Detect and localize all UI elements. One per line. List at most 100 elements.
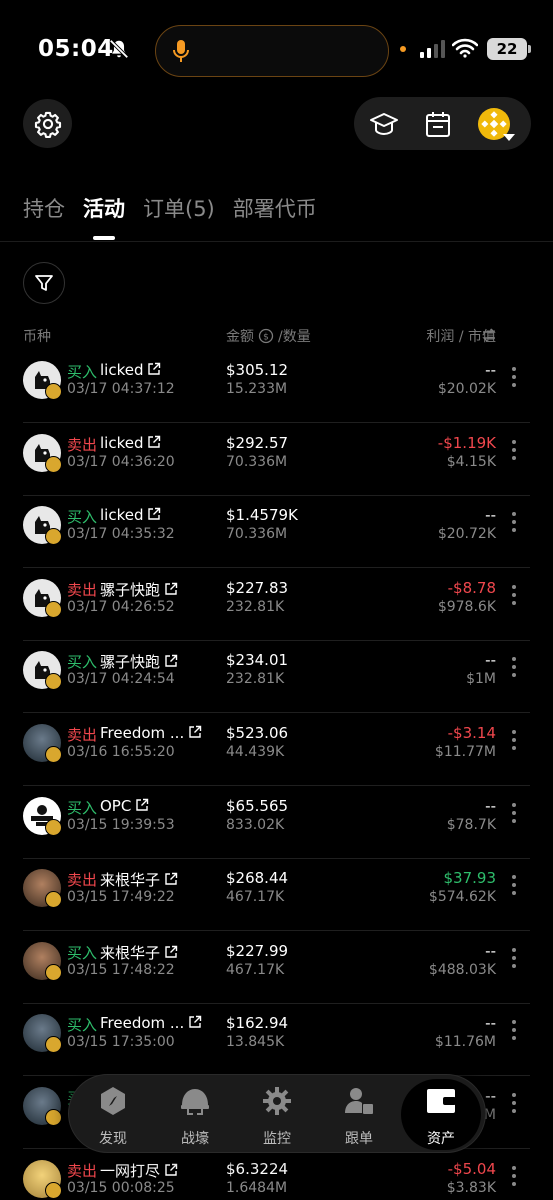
tab-holdings[interactable]: 持仓: [23, 193, 65, 233]
coin-name-link[interactable]: 来根华子: [100, 869, 178, 890]
more-options-icon[interactable]: [510, 657, 518, 683]
trade-datetime: 03/15 17:48:22: [67, 961, 175, 978]
activity-row[interactable]: 卖出 来根华子 03/15 17:49:22 $268.44 467.17K $37.93…: [0, 859, 553, 932]
activity-row[interactable]: 卖出 骡子快跑 03/17 04:26:52 $227.83 232.81K -$8.78…: [0, 569, 553, 641]
coin-name-link[interactable]: OPC: [100, 797, 149, 815]
nav-monitor[interactable]: 监控: [237, 1075, 317, 1154]
chain-switch-avatar[interactable]: [478, 108, 515, 141]
trade-quantity: 467.17K: [226, 889, 285, 906]
activity-row[interactable]: 买入 OPC 03/15 19:39:53 $65.565 833.02K -- $78.7…: [0, 787, 553, 859]
nav-trenches[interactable]: 战壕: [155, 1075, 235, 1154]
trade-profit: --: [485, 941, 496, 960]
trade-side-label: 卖出: [67, 435, 98, 454]
activity-row[interactable]: 卖出 一网打尽 03/15 00:08:25 $6.3224 1.6484M -$5.04…: [0, 1150, 553, 1200]
more-options-icon[interactable]: [510, 947, 518, 974]
chain-badge-icon: [45, 891, 62, 909]
coin-name-link[interactable]: Freedom ...: [100, 1014, 202, 1032]
trade-datetime: 03/17 04:24:54: [67, 671, 175, 688]
external-link-icon[interactable]: [164, 582, 178, 596]
trade-side-label: 卖出: [67, 1161, 98, 1180]
trade-profit: --: [485, 361, 496, 379]
tab-orders[interactable]: 订单(5): [143, 193, 215, 233]
external-link-icon[interactable]: [188, 1015, 202, 1029]
column-header-amount: 金额 $ /数量: [226, 326, 311, 346]
trade-market-cap: $978.6K: [437, 598, 496, 615]
trade-quantity: 70.336M: [226, 526, 288, 543]
external-link-icon[interactable]: [164, 654, 178, 668]
activity-row[interactable]: 买入 licked 03/17 04:35:32 $1.4579K 70.336M -- $…: [0, 496, 553, 569]
trade-profit: -$1.19K: [437, 433, 496, 452]
more-options-icon[interactable]: [510, 730, 518, 756]
tab-activity[interactable]: 活动: [83, 193, 125, 240]
trade-amount: $1.4579K: [226, 506, 298, 525]
coin-name-link[interactable]: licked: [100, 361, 161, 379]
trade-market-cap: $3.83K: [446, 1179, 496, 1196]
activity-row[interactable]: 卖出 licked 03/17 04:36:20 $292.57 70.336M -$1.…: [0, 424, 553, 496]
trade-quantity: 467.17K: [226, 961, 285, 978]
chain-badge-icon: [45, 1181, 62, 1199]
trade-amount: $268.44: [226, 869, 289, 888]
coin-name-link[interactable]: 骡子快跑: [100, 579, 178, 600]
coin-name-link[interactable]: licked: [100, 434, 161, 452]
activity-row[interactable]: 买入 来根华子 03/15 17:48:22 $227.99 467.17K -- $488…: [0, 932, 553, 1004]
more-options-icon[interactable]: [510, 875, 518, 901]
coin-avatar: [23, 578, 62, 618]
coin-name-link[interactable]: 一网打尽: [100, 1160, 178, 1181]
more-options-icon[interactable]: [510, 512, 518, 538]
trade-datetime: 03/17 04:26:52: [67, 598, 175, 615]
copy-trade-icon: [345, 1088, 373, 1114]
external-link-icon[interactable]: [135, 798, 149, 812]
activity-row[interactable]: 卖出 Freedom ... 03/16 16:55:20 $523.06 44.439…: [0, 714, 553, 786]
activity-row[interactable]: 买入 licked 03/17 04:37:12 $305.12 15.233M -- $2…: [0, 351, 553, 423]
external-link-icon[interactable]: [164, 872, 178, 886]
currency-switch-icon[interactable]: $: [258, 328, 274, 344]
settings-button[interactable]: [23, 99, 72, 148]
filter-button[interactable]: [23, 262, 65, 304]
nav-copy-trade[interactable]: 跟单: [319, 1075, 399, 1154]
coin-name-link[interactable]: 来根华子: [100, 942, 178, 963]
more-options-icon[interactable]: [510, 802, 518, 829]
coin-avatar: [23, 796, 62, 836]
nav-discover[interactable]: 发现: [73, 1075, 153, 1154]
external-link-icon[interactable]: [147, 435, 161, 449]
more-options-icon[interactable]: [510, 439, 518, 466]
dynamic-island[interactable]: [155, 25, 389, 77]
coin-name-link[interactable]: Freedom ...: [100, 724, 202, 742]
microphone-icon: [173, 40, 189, 62]
more-options-icon[interactable]: [510, 1020, 518, 1046]
external-link-icon[interactable]: [147, 507, 161, 521]
trade-datetime: 03/17 04:35:32: [67, 526, 175, 543]
more-options-icon[interactable]: [510, 1093, 518, 1119]
activity-row[interactable]: 买入 骡子快跑 03/17 04:24:54 $234.01 232.81K -- $1M: [0, 641, 553, 714]
calendar-icon[interactable]: [423, 109, 453, 139]
coin-name-link[interactable]: licked: [100, 506, 161, 524]
graduation-cap-icon[interactable]: [369, 109, 399, 139]
nav-assets[interactable]: 资产: [401, 1079, 481, 1150]
coin-name-link[interactable]: 骡子快跑: [100, 651, 178, 672]
trade-quantity: 833.02K: [226, 816, 285, 833]
trade-datetime: 03/15 17:49:22: [67, 889, 175, 906]
trade-quantity: 15.233M: [226, 381, 288, 397]
trade-amount: $227.99: [226, 941, 289, 960]
swap-arrows-icon[interactable]: [481, 327, 497, 343]
trade-side-label: 买入: [67, 1016, 98, 1035]
trade-datetime: 03/15 00:08:25: [67, 1179, 175, 1196]
coin-avatar: [23, 869, 62, 909]
battery-indicator: 22: [487, 38, 531, 60]
trade-amount: $227.83: [226, 578, 289, 597]
external-link-icon[interactable]: [147, 362, 161, 376]
more-options-icon[interactable]: [510, 584, 518, 611]
external-link-icon[interactable]: [164, 1163, 178, 1177]
external-link-icon[interactable]: [164, 945, 178, 959]
activity-row[interactable]: 买入 Freedom ... 03/15 17:35:00 $162.94 13.845…: [0, 1004, 553, 1077]
more-options-icon[interactable]: [510, 367, 518, 393]
more-options-icon[interactable]: [510, 1165, 518, 1192]
trade-amount: $292.57: [226, 433, 289, 452]
trade-market-cap: $11.77M: [434, 744, 496, 760]
privacy-indicator: [400, 46, 406, 52]
tab-deploy-token[interactable]: 部署代币: [233, 193, 317, 233]
external-link-icon[interactable]: [188, 725, 202, 739]
chain-badge-icon: [45, 746, 62, 763]
coin-name: 骡子快跑: [100, 653, 161, 672]
trade-market-cap: $20.02K: [437, 381, 496, 397]
